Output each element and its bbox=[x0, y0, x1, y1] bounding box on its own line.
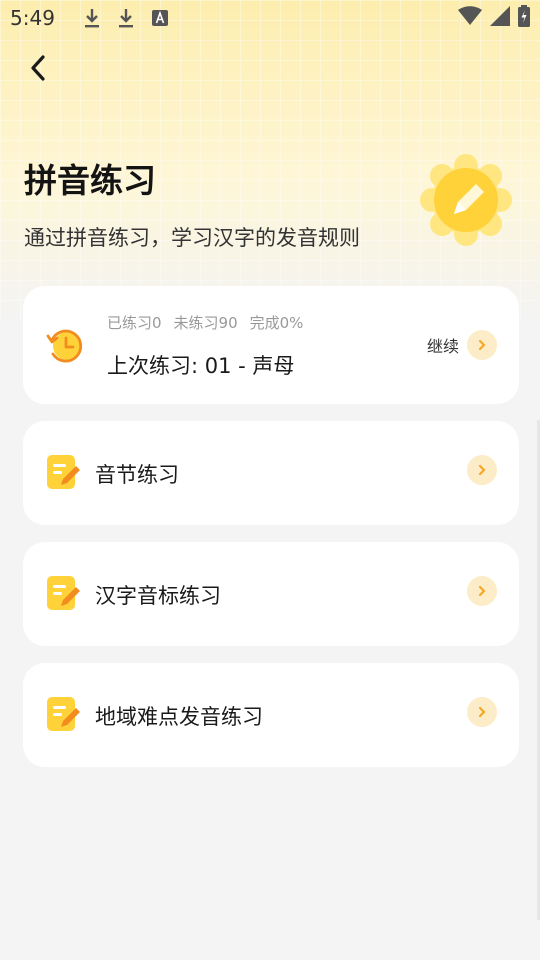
history-icon bbox=[45, 326, 85, 366]
note-edit-icon bbox=[47, 455, 81, 491]
chevron-right-icon bbox=[467, 576, 497, 606]
wifi-icon bbox=[458, 6, 482, 30]
menu-item-label: 汉字音标练习 bbox=[95, 584, 221, 608]
menu-item-label: 音节练习 bbox=[95, 463, 179, 487]
menu-item-label: 地域难点发音练习 bbox=[95, 705, 263, 729]
back-button[interactable] bbox=[20, 50, 56, 86]
signal-icon bbox=[490, 6, 510, 30]
menu-item-syllable-practice[interactable]: 音节练习 bbox=[23, 421, 519, 525]
chevron-left-icon bbox=[31, 55, 45, 81]
page-subtitle: 通过拼音练习，学习汉字的发音规则 bbox=[24, 226, 360, 250]
download-icon bbox=[115, 6, 137, 30]
continue-button[interactable]: 继续 bbox=[427, 330, 497, 360]
completion-percent: 完成0% bbox=[249, 314, 304, 332]
download-icon bbox=[81, 6, 103, 30]
note-edit-icon bbox=[47, 576, 81, 612]
menu-item-character-phonetic-practice[interactable]: 汉字音标练习 bbox=[23, 542, 519, 646]
continue-label: 继续 bbox=[426, 337, 459, 356]
battery-charging-icon bbox=[518, 5, 530, 31]
last-practice-label: 上次练习: 01 - 声母 bbox=[107, 354, 295, 378]
chevron-right-icon bbox=[467, 330, 497, 360]
pencil-badge-icon bbox=[418, 152, 514, 248]
accessibility-a-icon bbox=[149, 6, 171, 30]
status-bar: 5:49 bbox=[0, 0, 540, 36]
note-edit-icon bbox=[47, 697, 81, 733]
practiced-count: 已练习0 bbox=[107, 314, 162, 332]
chevron-right-icon bbox=[467, 455, 497, 485]
menu-item-regional-difficulty-practice[interactable]: 地域难点发音练习 bbox=[23, 663, 519, 767]
status-time: 5:49 bbox=[10, 6, 55, 30]
practice-stats: 已练习0 未练习90 完成0% bbox=[107, 312, 303, 333]
chevron-right-icon bbox=[467, 697, 497, 727]
progress-card[interactable]: 已练习0 未练习90 完成0% 上次练习: 01 - 声母 继续 bbox=[23, 286, 519, 404]
page-title: 拼音练习 bbox=[24, 161, 156, 200]
unpracticed-count: 未练习90 bbox=[173, 314, 238, 332]
